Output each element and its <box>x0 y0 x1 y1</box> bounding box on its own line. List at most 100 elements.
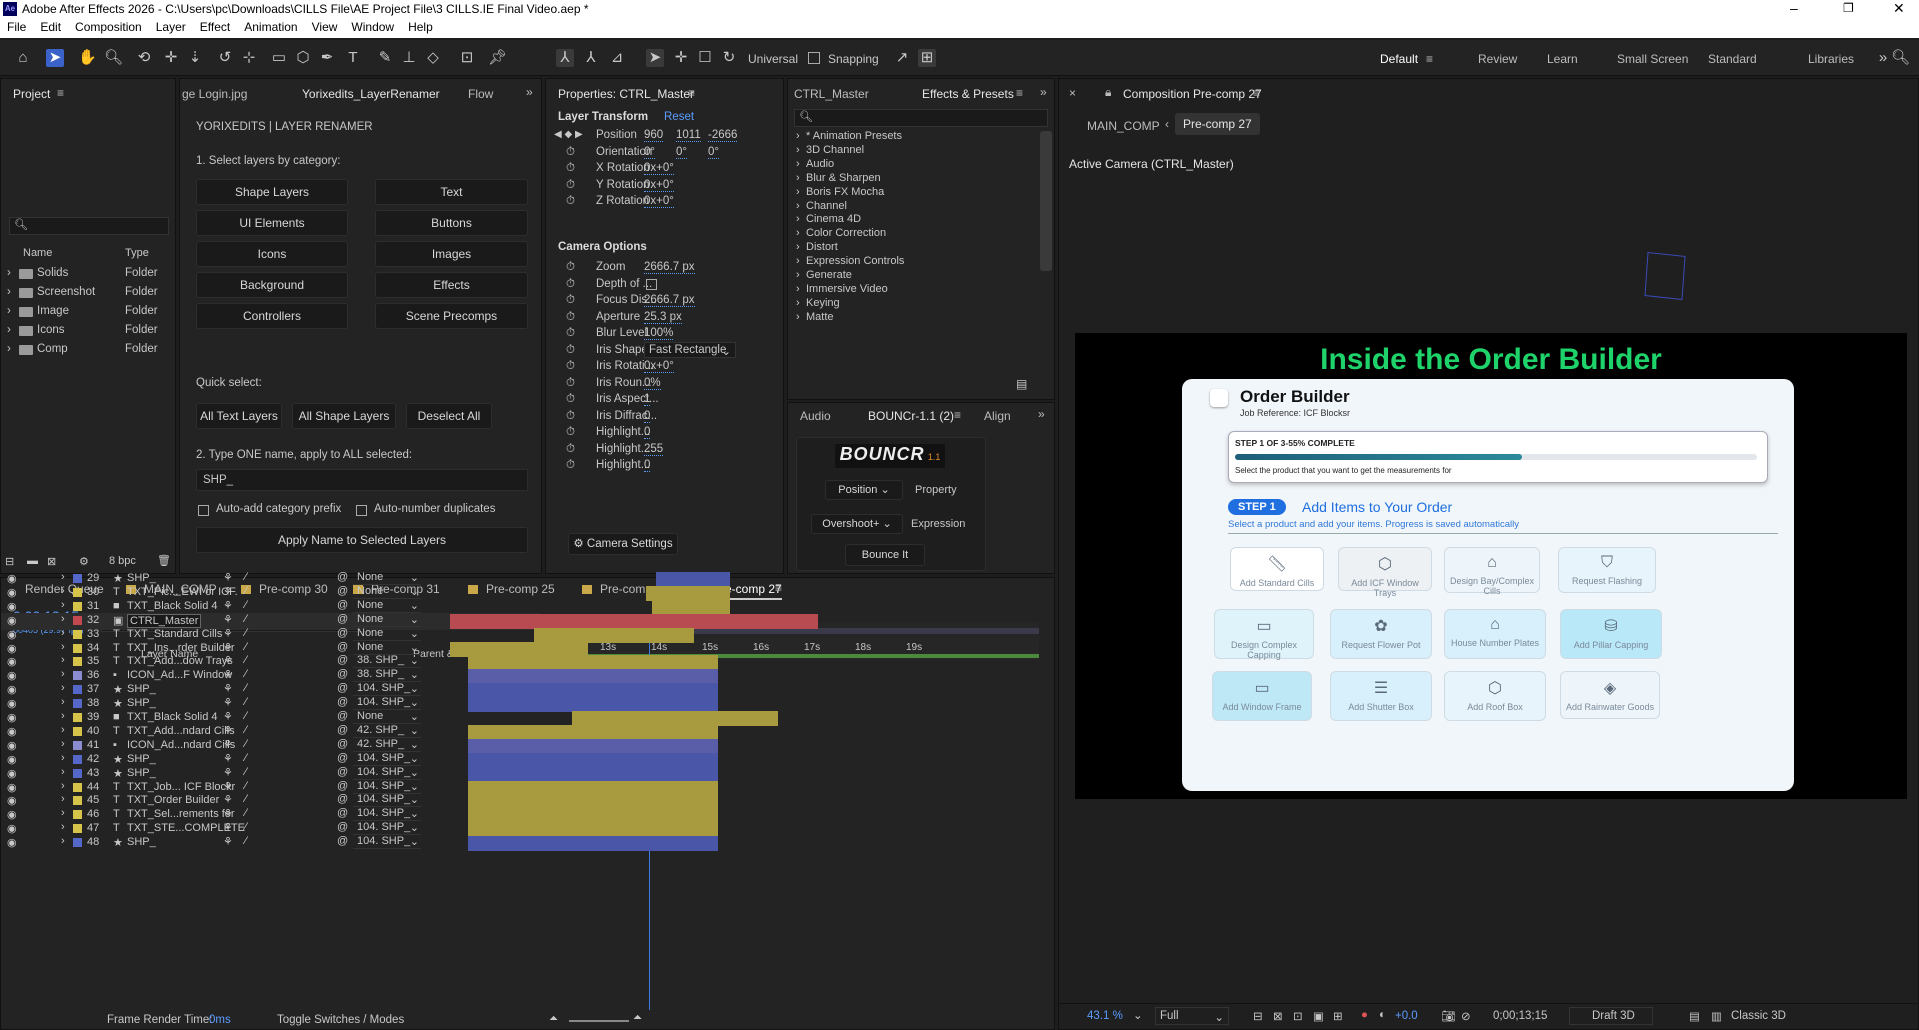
draft3d-toggle[interactable]: Draft 3D <box>1569 1007 1653 1025</box>
visibility-eye-icon[interactable]: ◉ <box>7 711 17 724</box>
snapshot-icon[interactable]: 📷︎ <box>1441 1009 1456 1023</box>
visibility-eye-icon[interactable]: ◉ <box>7 781 17 794</box>
pick-whip-icon[interactable]: @ <box>337 835 348 847</box>
settings-icon[interactable]: ⚙ <box>79 555 89 568</box>
reset-link[interactable]: Reset <box>664 111 694 123</box>
layer-twirl-icon[interactable]: › <box>61 613 65 625</box>
parent-dropdown[interactable]: None ⌄ <box>353 710 421 724</box>
gizmo-move-icon[interactable]: ✛ <box>672 49 690 67</box>
layer-name[interactable]: SHP_ <box>127 697 156 709</box>
menu-file[interactable]: File <box>0 18 33 34</box>
category-ui-elements-button[interactable]: UI Elements <box>196 210 348 236</box>
layer-name[interactable]: SHP_ <box>127 572 156 584</box>
prop-value[interactable]: 0° <box>676 146 687 159</box>
effect-category[interactable]: Matte <box>806 311 834 323</box>
card-design-complex-capping[interactable]: ▭ Design Complex Capping <box>1214 609 1314 660</box>
bouncr-menu-icon[interactable]: ≡ <box>954 408 961 422</box>
layer-duration-bar[interactable] <box>572 711 778 726</box>
zoom-tool-icon[interactable]: 🔍︎ <box>104 49 123 67</box>
card-design-bay-complex-cills[interactable]: ⌂ Design Bay/Complex Cills <box>1444 547 1540 596</box>
universal-label[interactable]: Universal <box>748 52 798 66</box>
card-add-window-frame[interactable]: ▭ Add Window Frame <box>1212 671 1312 721</box>
tab-login-jpg[interactable]: ge Login.jpg <box>182 87 247 101</box>
mask-icon[interactable]: ⊡ <box>1293 1009 1303 1023</box>
crumb-main-comp[interactable]: MAIN_COMP <box>1087 119 1160 133</box>
zoom-out-icon[interactable]: ⏶ <box>549 1013 558 1026</box>
switch-quality-icon[interactable]: ∕ <box>245 571 247 583</box>
category-shape-layers-button[interactable]: Shape Layers <box>196 179 348 205</box>
effect-category[interactable]: Cinema 4D <box>806 213 861 225</box>
ob-checkbox[interactable] <box>1210 389 1228 407</box>
transparency-icon[interactable]: ⊠ <box>1273 1009 1283 1023</box>
eraser-tool-icon[interactable]: ◇ <box>424 49 442 67</box>
tab-audio[interactable]: Audio <box>800 409 831 423</box>
menu-effect[interactable]: Effect <box>193 18 237 34</box>
label-color-swatch[interactable] <box>73 782 82 792</box>
effect-category-arrow-icon[interactable]: › <box>796 255 800 267</box>
prop-value[interactable]: -2666 <box>708 129 738 142</box>
parent-dropdown[interactable]: 104. SHP_ ⌄ <box>353 780 421 794</box>
iris-shape-dropdown[interactable]: Fast Rectangle ⌄ <box>644 341 736 358</box>
switch-quality-icon[interactable]: ∕ <box>245 710 247 722</box>
expand-arrow-icon[interactable]: › <box>7 343 11 355</box>
effect-category[interactable]: Boris FX Mocha <box>806 186 884 198</box>
menu-view[interactable]: View <box>305 18 345 34</box>
pick-whip-icon[interactable]: @ <box>337 752 348 764</box>
switch-quality-icon[interactable]: ∕ <box>245 627 247 639</box>
apply-name-button[interactable]: Apply Name to Selected Layers <box>196 527 528 553</box>
visibility-eye-icon[interactable]: ◉ <box>7 655 17 668</box>
layer-twirl-icon[interactable]: › <box>61 641 65 653</box>
layer-twirl-icon[interactable]: › <box>61 780 65 792</box>
tab-ctrl-master[interactable]: CTRL_Master <box>794 87 869 101</box>
label-color-swatch[interactable] <box>73 601 82 611</box>
camera-prop-value[interactable]: 2666.7 px <box>644 294 695 307</box>
pick-whip-icon[interactable]: @ <box>337 793 348 805</box>
effect-category[interactable]: Audio <box>806 158 834 170</box>
switch-shy-icon[interactable]: ⚘ <box>223 585 233 598</box>
switch-quality-icon[interactable]: ∕ <box>245 641 247 653</box>
timeline-menu-icon[interactable]: ≡ <box>775 581 782 595</box>
tab-bouncr[interactable]: BOUNCr-1.1 (2) <box>868 409 954 423</box>
layer-name[interactable]: TXT_Job... ICF Blockr <box>127 781 235 793</box>
overshoot-dropdown[interactable]: Overshoot+ ⌄ <box>811 514 903 534</box>
layer-twirl-icon[interactable]: › <box>61 793 65 805</box>
effect-category[interactable]: Keying <box>806 297 840 309</box>
visibility-eye-icon[interactable]: ◉ <box>7 822 17 835</box>
stopwatch-icon[interactable]: ⏱ <box>566 459 575 472</box>
expand-arrow-icon[interactable]: › <box>7 305 11 317</box>
layer-twirl-icon[interactable]: › <box>61 682 65 694</box>
menu-animation[interactable]: Animation <box>237 18 304 34</box>
rotate-tool-icon[interactable]: ↺ <box>216 49 234 67</box>
comp-menu-icon[interactable]: ≡ <box>1253 86 1260 100</box>
visibility-eye-icon[interactable]: ◉ <box>7 586 17 599</box>
visibility-eye-icon[interactable]: ◉ <box>7 808 17 821</box>
pick-whip-icon[interactable]: @ <box>337 585 348 597</box>
stopwatch-icon[interactable]: ⏱ <box>566 146 575 159</box>
label-color-swatch[interactable] <box>73 754 82 764</box>
label-color-swatch[interactable] <box>73 657 82 667</box>
effect-category-arrow-icon[interactable]: › <box>796 213 800 225</box>
camera-prop-value[interactable]: 0 <box>644 426 651 439</box>
resolution-dropdown[interactable]: Full ⌄ <box>1155 1007 1229 1025</box>
keyframe-nav-icon[interactable]: ◀ ◆ ▶ <box>554 129 583 140</box>
stopwatch-icon[interactable]: ⏱ <box>566 278 575 291</box>
stopwatch-icon[interactable]: ⏱ <box>566 327 575 340</box>
effects-search-input[interactable]: 🔍︎ <box>794 109 1048 127</box>
zoom-in-icon[interactable]: ⏶ <box>633 1012 642 1025</box>
effect-category-arrow-icon[interactable]: › <box>796 297 800 309</box>
trash-icon[interactable]: 🗑︎ <box>157 554 171 567</box>
pick-whip-icon[interactable]: @ <box>337 613 348 625</box>
layer-name[interactable]: SHP_ <box>127 683 156 695</box>
toggle-switches-modes[interactable]: Toggle Switches / Modes <box>277 1014 404 1026</box>
quick-all-text-layers-button[interactable]: All Text Layers <box>196 403 282 429</box>
layer-name[interactable]: SHP_ <box>127 767 156 779</box>
search-help-icon[interactable]: 🔍︎ <box>1891 49 1910 67</box>
camera-prop-value[interactable]: 25.3 px <box>644 311 682 324</box>
layer-name[interactable]: TXT_Sel...rements for <box>127 808 235 820</box>
effect-category[interactable]: * Animation Presets <box>806 130 902 142</box>
new-comp-icon[interactable]: ⊠ <box>47 555 56 568</box>
layer-twirl-icon[interactable]: › <box>61 710 65 722</box>
project-item-name[interactable]: Icons <box>37 324 65 336</box>
category-icons-button[interactable]: Icons <box>196 241 348 267</box>
card-add-rainwater-goods[interactable]: ◈ Add Rainwater Goods <box>1560 671 1660 719</box>
